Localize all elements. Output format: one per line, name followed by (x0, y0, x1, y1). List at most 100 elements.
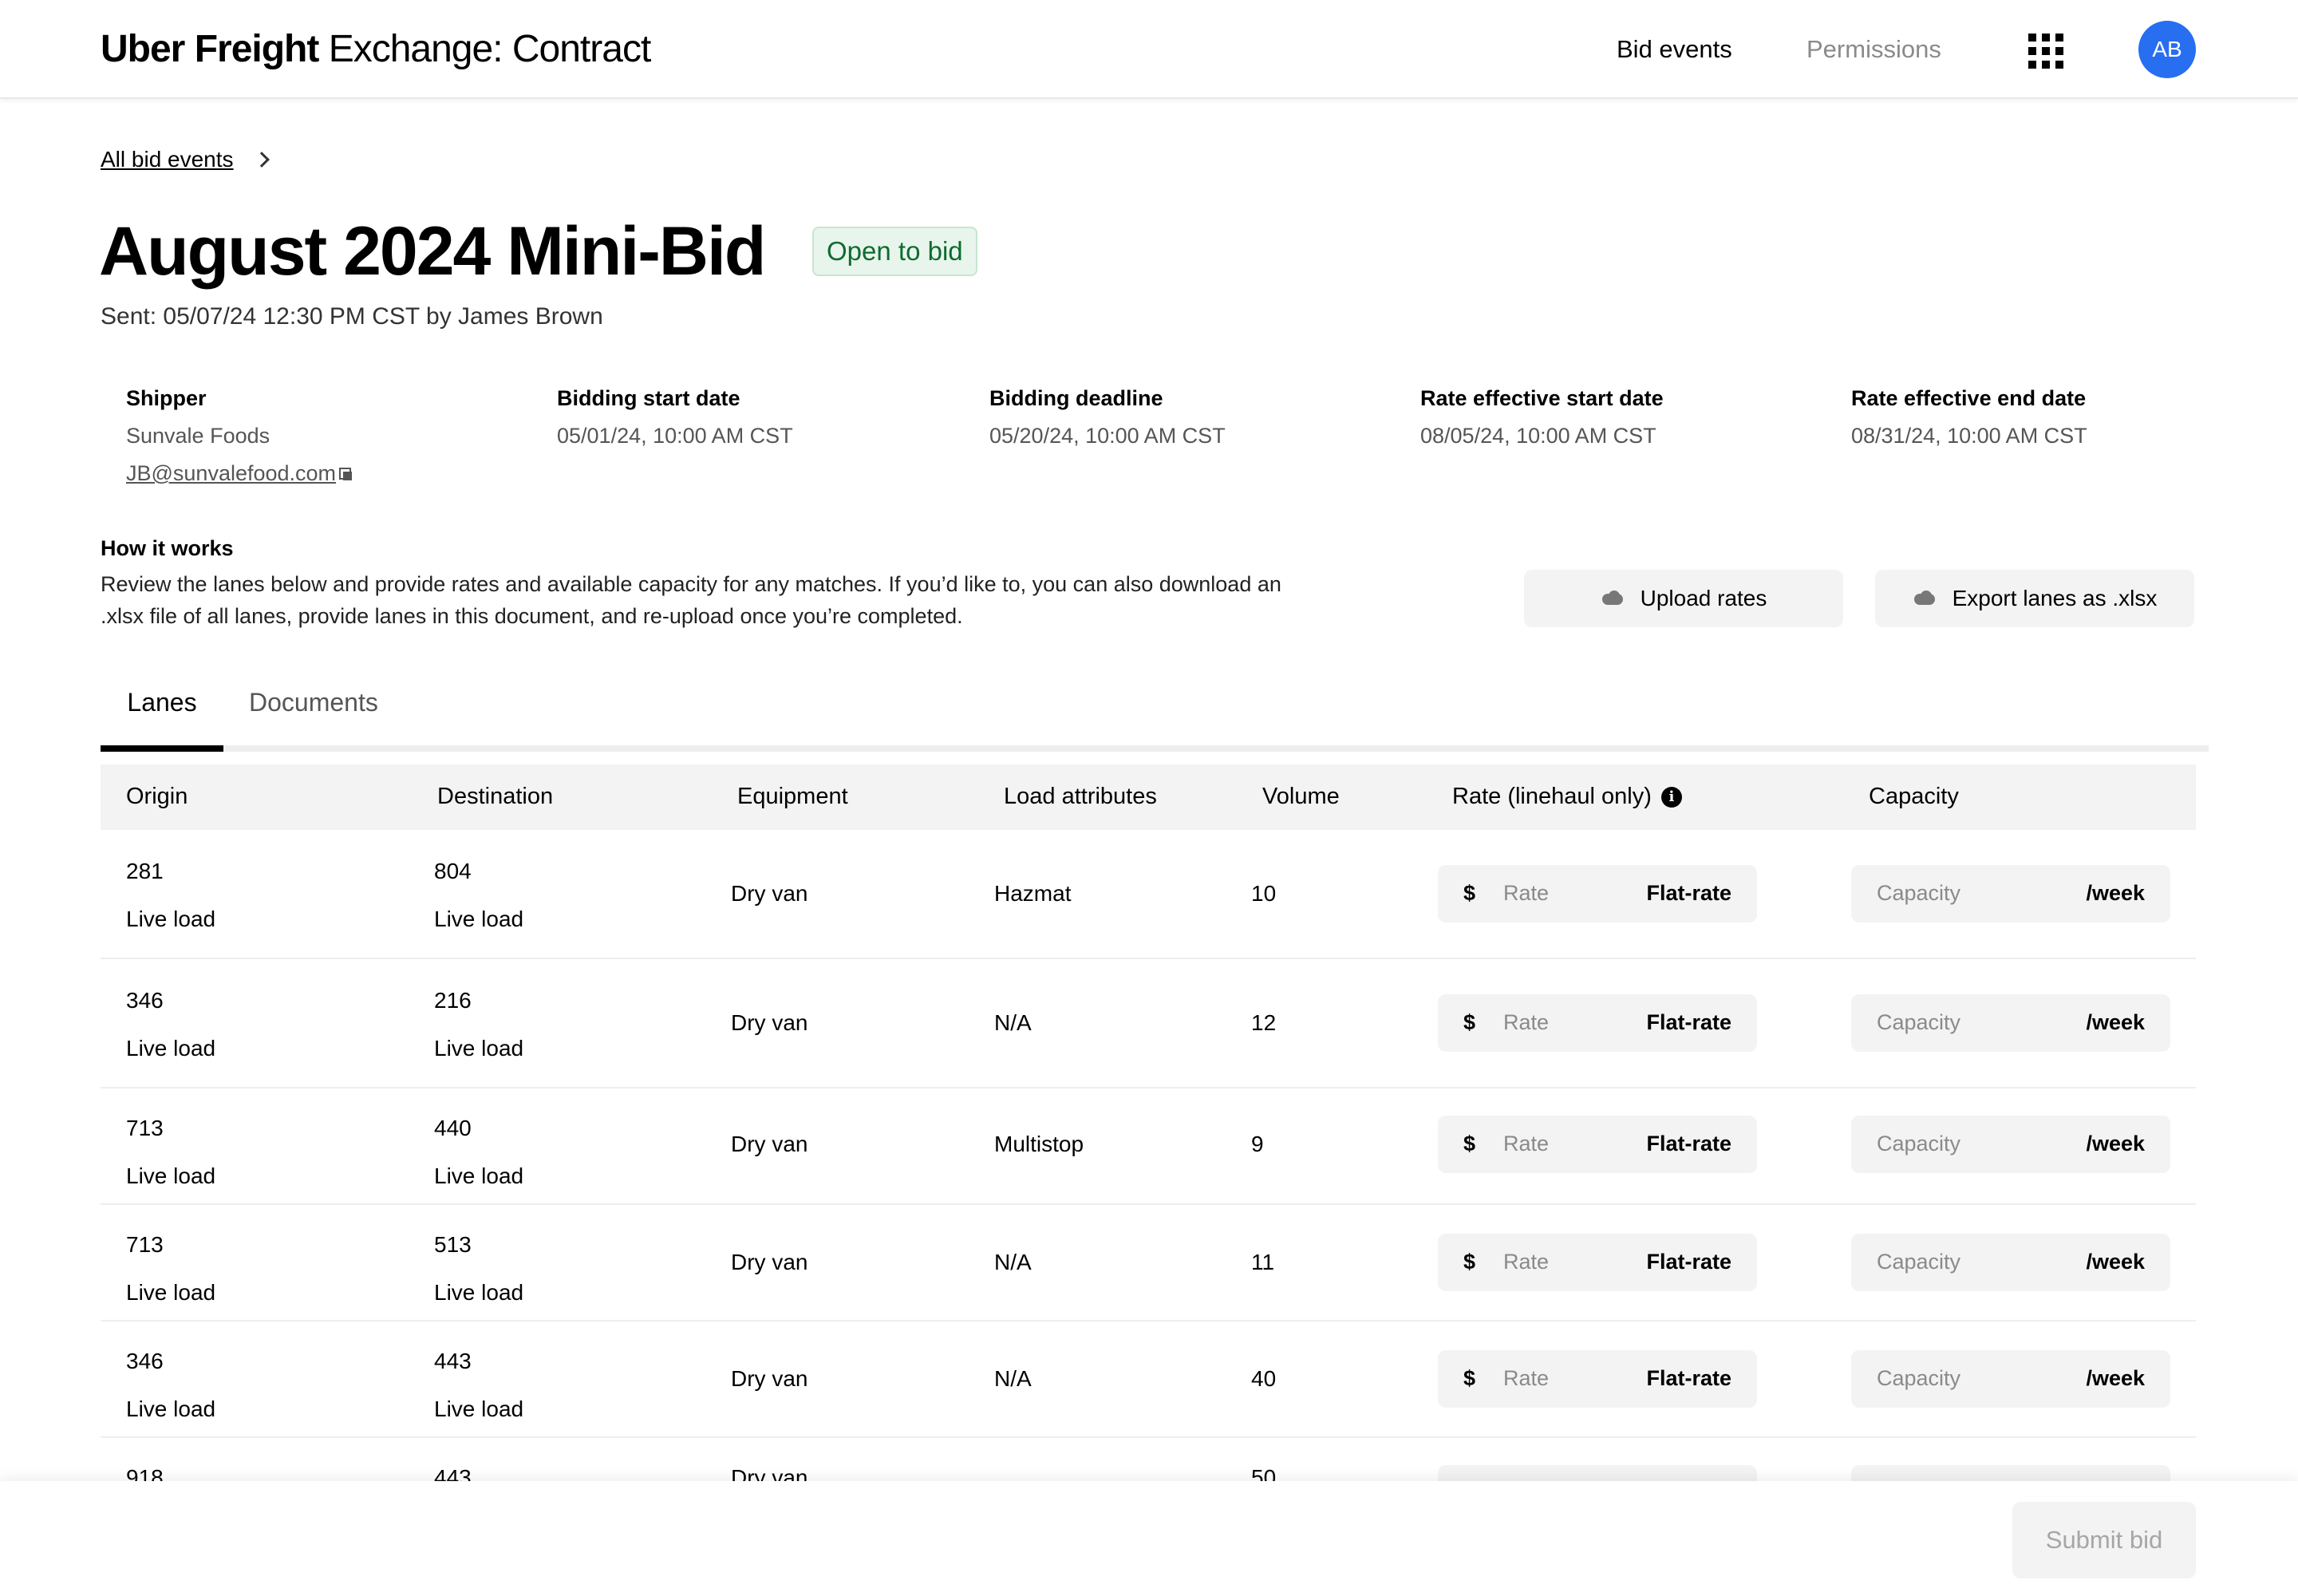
dollar-icon: $ (1463, 1132, 1475, 1156)
rate-unit: Flat-rate (1646, 1366, 1731, 1391)
rate-input[interactable]: $ Rate Flat-rate (1438, 1234, 1757, 1291)
origin-zip: 713 (126, 1116, 164, 1141)
capacity-unit: /week (2086, 881, 2145, 906)
status-badge: Open to bid (812, 227, 977, 276)
volume: 10 (1251, 881, 1276, 907)
tab-lanes[interactable]: Lanes (101, 688, 223, 752)
table-row: 346 Live load 443 Live load Dry van N/A … (101, 1321, 2196, 1438)
brand-product: Exchange: Contract (329, 28, 651, 70)
page-title: August 2024 Mini-Bid (99, 212, 764, 291)
upload-rates-label: Upload rates (1641, 586, 1767, 611)
tab-documents[interactable]: Documents (249, 688, 378, 752)
capacity-placeholder[interactable]: Capacity (1877, 1010, 1960, 1035)
capacity-placeholder[interactable]: Capacity (1877, 1132, 1960, 1156)
destination-type: Live load (434, 1036, 523, 1061)
meta-bidding-deadline: Bidding deadline 05/20/24, 10:00 AM CST (989, 386, 1226, 448)
rate-input[interactable]: $ Rate Flat-rate (1438, 1116, 1757, 1173)
col-origin: Origin (126, 784, 188, 810)
capacity-input[interactable]: Capacity /week (1851, 865, 2170, 922)
equipment: Dry van (731, 1132, 807, 1157)
equipment: Dry van (731, 881, 807, 907)
capacity-input[interactable]: Capacity /week (1851, 1234, 2170, 1291)
origin-type: Live load (126, 1280, 215, 1306)
capacity-unit: /week (2086, 1366, 2145, 1391)
shipper-email-link[interactable]: JB@sunvalefood.com (126, 461, 352, 486)
meta-rate-start: Rate effective start date 08/05/24, 10:0… (1420, 386, 1664, 448)
cloud-upload-icon (1601, 591, 1625, 606)
chevron-right-icon (254, 152, 270, 168)
sent-info: Sent: 05/07/24 12:30 PM CST by James Bro… (101, 303, 603, 330)
capacity-input[interactable]: Capacity /week (1851, 1350, 2170, 1408)
copy-icon[interactable] (339, 468, 352, 480)
dollar-icon: $ (1463, 881, 1475, 906)
destination-zip: 216 (434, 988, 472, 1013)
how-it-works-title: How it works (101, 536, 234, 561)
meta-label: Rate effective end date (1851, 386, 2087, 411)
load-attributes: N/A (994, 1010, 1032, 1036)
rate-placeholder[interactable]: Rate (1503, 1010, 1549, 1035)
meta-label: Bidding start date (557, 386, 793, 411)
rate-placeholder[interactable]: Rate (1503, 881, 1549, 906)
equipment: Dry van (731, 1010, 807, 1036)
origin-type: Live load (126, 1163, 215, 1189)
shipper-email[interactable]: JB@sunvalefood.com (126, 461, 336, 486)
brand-name: Uber Freight (101, 28, 318, 70)
meta-value: 05/01/24, 10:00 AM CST (557, 424, 793, 448)
nav-permissions[interactable]: Permissions (1806, 35, 1941, 64)
volume: 40 (1251, 1366, 1276, 1392)
export-lanes-button[interactable]: Export lanes as .xlsx (1875, 570, 2194, 627)
capacity-input[interactable]: Capacity /week (1851, 1116, 2170, 1173)
rate-input[interactable]: $ Rate Flat-rate (1438, 865, 1757, 922)
apps-grid-icon[interactable] (2028, 34, 2063, 69)
meta-rate-end: Rate effective end date 08/31/24, 10:00 … (1851, 386, 2087, 448)
col-capacity: Capacity (1869, 784, 1959, 810)
capacity-unit: /week (2086, 1250, 2145, 1274)
user-avatar[interactable]: AB (2138, 21, 2196, 78)
rate-unit: Flat-rate (1646, 1010, 1731, 1035)
submit-bid-button[interactable]: Submit bid (2012, 1502, 2196, 1578)
tab-bar: Lanes Documents (101, 688, 2209, 752)
rate-input[interactable]: $ Rate Flat-rate (1438, 1350, 1757, 1408)
meta-value: 08/31/24, 10:00 AM CST (1851, 424, 2087, 448)
capacity-input[interactable]: Capacity /week (1851, 994, 2170, 1052)
meta-shipper: Shipper Sunvale Foods JB@sunvalefood.com (126, 386, 352, 486)
col-destination: Destination (437, 784, 553, 810)
capacity-placeholder[interactable]: Capacity (1877, 881, 1960, 906)
table-row: 346 Live load 216 Live load Dry van N/A … (101, 959, 2196, 1088)
table-row: 713 Live load 440 Live load Dry van Mult… (101, 1088, 2196, 1205)
rate-input[interactable]: $ Rate Flat-rate (1438, 994, 1757, 1052)
destination-type: Live load (434, 1280, 523, 1306)
app-logo[interactable]: Uber Freight Exchange: Contract (101, 27, 650, 71)
load-attributes: N/A (994, 1250, 1032, 1275)
rate-placeholder[interactable]: Rate (1503, 1366, 1549, 1391)
meta-label: Rate effective start date (1420, 386, 1664, 411)
meta-value: 05/20/24, 10:00 AM CST (989, 424, 1226, 448)
info-icon[interactable]: i (1661, 787, 1682, 808)
capacity-placeholder[interactable]: Capacity (1877, 1366, 1960, 1391)
upload-rates-button[interactable]: Upload rates (1524, 570, 1843, 627)
footer-bar: Submit bid (0, 1481, 2298, 1596)
origin-type: Live load (126, 1396, 215, 1422)
capacity-unit: /week (2086, 1132, 2145, 1156)
origin-zip: 346 (126, 988, 164, 1013)
cloud-download-icon (1913, 591, 1937, 606)
load-attributes: Hazmat (994, 881, 1071, 907)
load-attributes: N/A (994, 1366, 1032, 1392)
destination-type: Live load (434, 907, 523, 932)
col-rate: Rate (linehaul only) i (1452, 784, 1682, 810)
destination-zip: 443 (434, 1349, 472, 1374)
nav-bid-events[interactable]: Bid events (1617, 35, 1732, 64)
table-row: 281 Live load 804 Live load Dry van Hazm… (101, 830, 2196, 959)
export-lanes-label: Export lanes as .xlsx (1953, 586, 2158, 611)
col-rate-label: Rate (linehaul only) (1452, 784, 1652, 810)
breadcrumb: All bid events (101, 147, 267, 172)
capacity-placeholder[interactable]: Capacity (1877, 1250, 1960, 1274)
origin-zip: 713 (126, 1232, 164, 1258)
breadcrumb-all-bid-events[interactable]: All bid events (101, 147, 234, 172)
destination-zip: 440 (434, 1116, 472, 1141)
rate-placeholder[interactable]: Rate (1503, 1132, 1549, 1156)
rate-placeholder[interactable]: Rate (1503, 1250, 1549, 1274)
meta-bidding-start: Bidding start date 05/01/24, 10:00 AM CS… (557, 386, 793, 448)
dollar-icon: $ (1463, 1366, 1475, 1391)
origin-zip: 281 (126, 859, 164, 884)
